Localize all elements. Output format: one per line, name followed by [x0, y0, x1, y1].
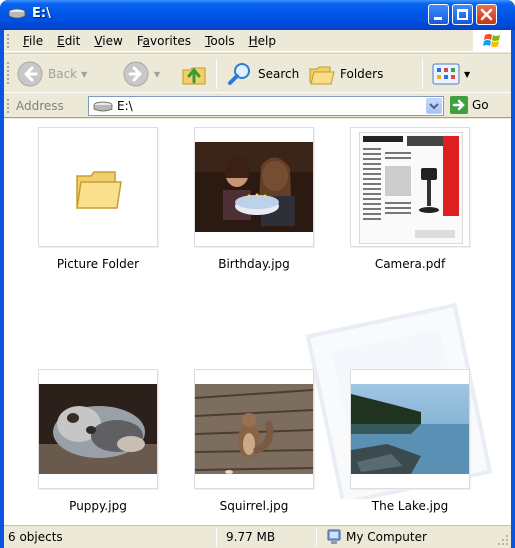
- birthday-photo-image: [195, 142, 313, 232]
- squirrel-photo-image: [195, 384, 313, 474]
- file-item-birthday[interactable]: Birthday.jpg: [194, 127, 314, 271]
- standard-toolbar: Back ▼ ▼ Search Folders ▼: [4, 53, 511, 93]
- go-button[interactable]: Go: [450, 96, 489, 114]
- status-object-count: 6 objects: [8, 530, 63, 544]
- toolbar-grip[interactable]: [7, 62, 10, 86]
- window-title: E:\: [32, 6, 51, 21]
- file-item-camera-pdf[interactable]: Camera.pdf: [350, 127, 470, 271]
- my-computer-icon: [327, 529, 341, 544]
- photo-thumbnail: [194, 369, 314, 489]
- puppy-photo-image: [39, 384, 157, 474]
- file-list-pane[interactable]: Picture Folder Birthday.jpg Camera.pdf P…: [4, 119, 511, 525]
- pdf-thumbnail: [350, 127, 470, 247]
- status-location: My Computer: [346, 530, 427, 544]
- pdf-document-image: [359, 132, 463, 244]
- views-icon: [432, 63, 460, 85]
- window-client: File Edit View Favorites Tools Help Back ▼: [4, 30, 511, 548]
- folders-label: Folders: [340, 67, 384, 81]
- photo-thumbnail: [194, 127, 314, 247]
- file-name: Puppy.jpg: [69, 499, 127, 513]
- file-name: Birthday.jpg: [218, 257, 290, 271]
- address-input[interactable]: E:\: [88, 96, 444, 116]
- back-dropdown-icon[interactable]: ▼: [81, 70, 87, 79]
- forward-button[interactable]: ▼: [122, 58, 160, 90]
- lake-photo-image: [351, 384, 469, 474]
- menu-bar: File Edit View Favorites Tools Help: [4, 30, 511, 52]
- search-label: Search: [258, 67, 300, 81]
- close-icon: [480, 8, 493, 21]
- folders-icon: [309, 66, 335, 85]
- up-folder-button[interactable]: [180, 58, 208, 90]
- views-button[interactable]: ▼: [432, 58, 470, 90]
- forward-dropdown-icon[interactable]: ▼: [154, 70, 160, 79]
- drive-icon: [8, 8, 26, 19]
- status-separator: [316, 528, 317, 547]
- folders-button[interactable]: Folders: [308, 58, 383, 90]
- address-value: E:\: [117, 99, 133, 113]
- address-label: Address: [16, 99, 64, 113]
- up-folder-icon: [182, 67, 206, 85]
- chevron-down-icon: [429, 103, 439, 110]
- close-button[interactable]: [476, 4, 497, 25]
- menu-item-favorites[interactable]: Favorites: [130, 34, 198, 48]
- windows-logo: [473, 30, 511, 52]
- search-button[interactable]: Search: [226, 58, 299, 90]
- resize-grip-icon[interactable]: [497, 534, 509, 546]
- status-bar: 6 objects 9.77 MB My Computer: [4, 525, 511, 548]
- file-name: Squirrel.jpg: [219, 499, 289, 513]
- back-button[interactable]: Back ▼: [16, 58, 87, 90]
- explorer-window: E:\ FileEditViewFavoritesToolsHelp: [0, 0, 515, 548]
- drive-icon: [93, 101, 113, 112]
- file-item-puppy[interactable]: Puppy.jpg: [38, 369, 158, 513]
- menu-item-view[interactable]: View: [87, 34, 129, 48]
- search-icon: [228, 63, 250, 85]
- status-size: 9.77 MB: [226, 530, 276, 544]
- file-name: Camera.pdf: [374, 257, 446, 271]
- toolbar-separator: [216, 59, 217, 89]
- forward-arrow-icon: [123, 61, 149, 87]
- menu-item-file[interactable]: File: [16, 34, 50, 48]
- toolbar-separator: [422, 59, 423, 89]
- menu-grip[interactable]: [7, 34, 10, 50]
- menu-item-edit[interactable]: Edit: [50, 34, 87, 48]
- status-separator: [216, 528, 217, 547]
- folder-thumbnail: [38, 127, 158, 247]
- address-bar: Address E:\ Go: [4, 94, 511, 118]
- photo-thumbnail: [38, 369, 158, 489]
- minimize-icon: [434, 17, 442, 20]
- maximize-button[interactable]: [452, 4, 473, 25]
- maximize-icon: [457, 9, 468, 20]
- minimize-button[interactable]: [428, 4, 449, 25]
- back-label: Back: [48, 67, 78, 81]
- menu-item-help[interactable]: Help: [242, 34, 283, 48]
- file-item-picture-folder[interactable]: Picture Folder: [38, 127, 158, 271]
- address-grip[interactable]: [7, 99, 10, 115]
- file-item-squirrel[interactable]: Squirrel.jpg: [194, 369, 314, 513]
- windows-flag-icon: [483, 34, 500, 47]
- file-item-the-lake[interactable]: The Lake.jpg: [350, 369, 470, 513]
- file-name: The Lake.jpg: [371, 499, 449, 513]
- photo-thumbnail: [350, 369, 470, 489]
- go-arrow-icon: [450, 96, 468, 114]
- menu-items: File Edit View Favorites Tools Help: [16, 34, 283, 48]
- title-bar[interactable]: E:\: [0, 0, 515, 30]
- menu-item-tools[interactable]: Tools: [198, 34, 242, 48]
- folder-icon: [76, 171, 122, 209]
- back-arrow-icon: [17, 61, 43, 87]
- go-label: Go: [472, 98, 489, 112]
- address-dropdown-button[interactable]: [426, 98, 442, 114]
- views-dropdown-icon[interactable]: ▼: [464, 70, 470, 79]
- file-name: Picture Folder: [56, 257, 140, 271]
